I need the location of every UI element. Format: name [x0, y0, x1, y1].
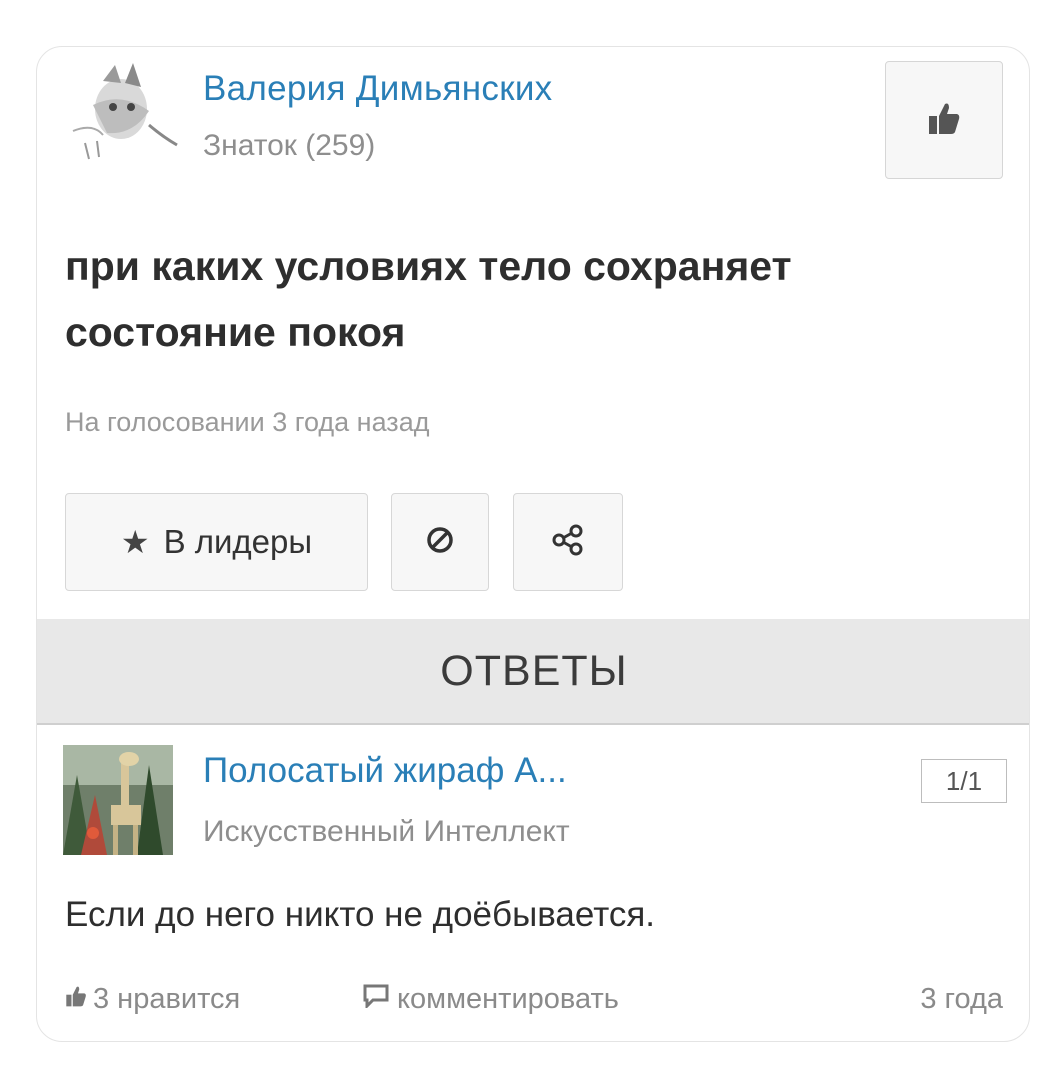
- comment-icon: [363, 983, 389, 1016]
- answer-footer: 3 нравится комментировать 3 года: [65, 983, 1003, 1023]
- answer-author-rank: Искусственный Интеллект: [203, 815, 570, 848]
- thumbs-up-icon: [65, 983, 87, 1016]
- answer-author-avatar[interactable]: [63, 745, 173, 855]
- to-leaders-button[interactable]: ★ В лидеры: [65, 493, 368, 591]
- comment-button[interactable]: комментировать: [363, 983, 619, 1016]
- star-icon: ★: [120, 524, 150, 560]
- question-author-avatar[interactable]: [63, 61, 181, 163]
- share-icon: [551, 523, 585, 562]
- answer-time: 3 года: [920, 983, 1003, 1015]
- answers-header: ОТВЕТЫ: [37, 619, 1029, 725]
- answer-author-name[interactable]: Полосатый жираф А...: [203, 751, 567, 791]
- answer-counter-badge: 1/1: [921, 759, 1007, 803]
- block-icon: [425, 525, 455, 560]
- answer-like-button[interactable]: 3 нравится: [65, 983, 240, 1016]
- question-like-button[interactable]: [885, 61, 1003, 179]
- answer-likes-count: 3 нравится: [93, 983, 241, 1015]
- share-button[interactable]: [513, 493, 623, 591]
- report-button[interactable]: [391, 493, 489, 591]
- comment-label: комментировать: [397, 983, 619, 1015]
- answer-text: Если до него никто не доёбывается.: [65, 895, 656, 934]
- thumbs-up-icon: [927, 100, 961, 141]
- question-status: На голосовании 3 года назад: [65, 407, 430, 437]
- question-author-rank: Знаток (259): [203, 129, 376, 162]
- to-leaders-label: В лидеры: [163, 523, 313, 560]
- question-title: при каких условиях тело сохраняет состоя…: [65, 243, 792, 355]
- question-card: Валерия Димьянских Знаток (259) при каки…: [36, 46, 1030, 1042]
- question-author-name[interactable]: Валерия Димьянских: [203, 69, 553, 109]
